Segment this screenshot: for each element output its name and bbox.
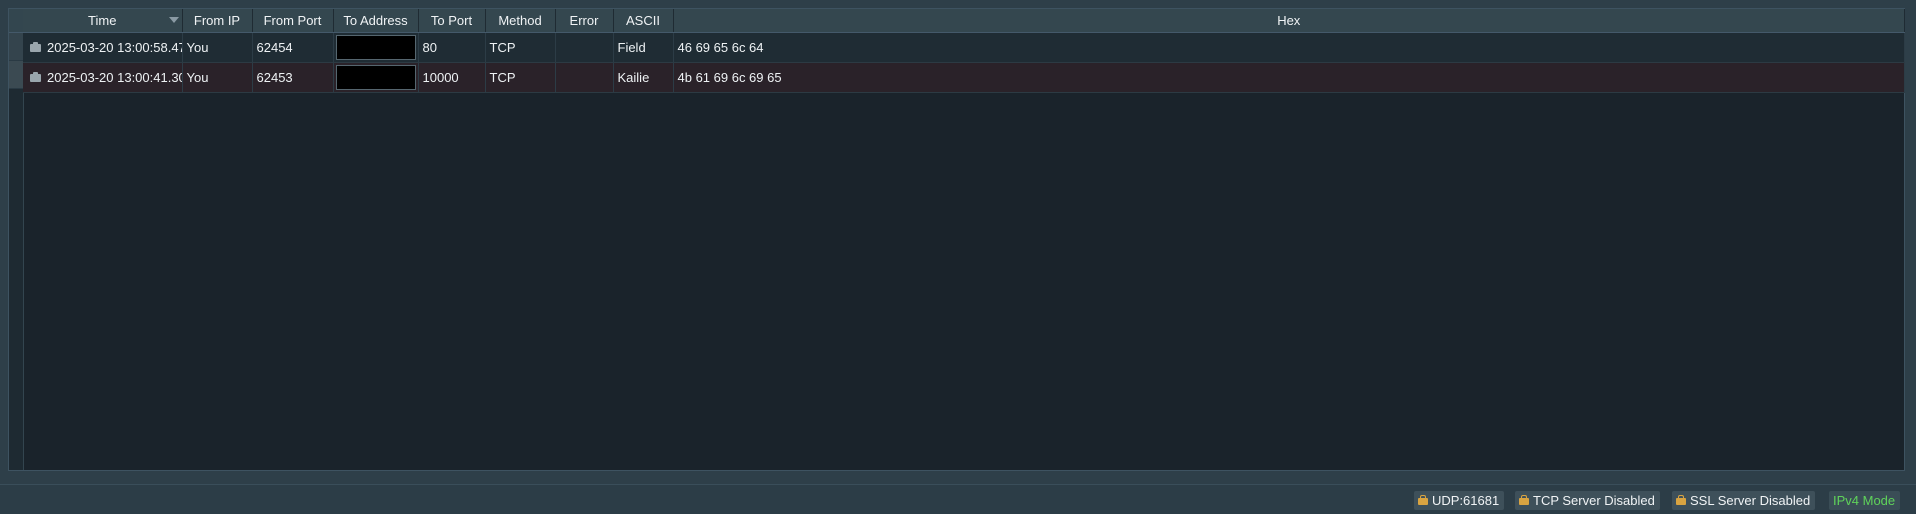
ascii-cell[interactable]: Kailie — [613, 62, 674, 93]
row-gutter-cell[interactable] — [9, 61, 23, 89]
column-header-label: From IP — [193, 13, 241, 28]
ascii-cell[interactable]: Field — [613, 32, 674, 63]
row-gutter-header[interactable] — [9, 9, 23, 33]
packet-table-frame: Time From IP From Port To Address To Por… — [8, 8, 1905, 471]
packet-icon — [30, 72, 41, 82]
table-row[interactable]: 2025-03-20 13:00:41.303 You 62453 10000 … — [23, 62, 1905, 93]
column-header-label: ASCII — [626, 13, 660, 28]
udp-status-button[interactable]: UDP:61681 — [1414, 491, 1505, 510]
column-header-label: From Port — [263, 13, 322, 28]
sort-descending-icon — [168, 17, 179, 23]
column-header-to-address[interactable]: To Address — [333, 9, 419, 33]
ssl-server-button[interactable]: SSL Server Disabled — [1672, 491, 1816, 510]
column-header-method[interactable]: Method — [485, 9, 556, 33]
column-header-from-port[interactable]: From Port — [252, 9, 334, 33]
packet-icon — [30, 42, 41, 52]
from-port-cell[interactable]: 62454 — [252, 32, 334, 63]
packet-table: Time From IP From Port To Address To Por… — [23, 9, 1905, 93]
to-port-cell[interactable]: 10000 — [418, 62, 486, 93]
ssl-server-label: SSL Server Disabled — [1690, 493, 1811, 508]
column-header-hex[interactable]: Hex — [673, 9, 1905, 33]
column-header-label: Hex — [1277, 13, 1301, 28]
status-bar: UDP:61681 TCP Server Disabled SSL Server… — [0, 484, 1916, 514]
redacted-block — [335, 35, 416, 60]
method-cell[interactable]: TCP — [485, 32, 556, 63]
to-address-cell[interactable] — [333, 32, 419, 63]
lock-icon — [1676, 495, 1686, 505]
row-gutter — [9, 9, 24, 470]
column-header-error[interactable]: Error — [555, 9, 614, 33]
redacted-block — [335, 65, 416, 90]
error-cell[interactable] — [555, 62, 614, 93]
hex-cell[interactable]: 46 69 65 6c 64 — [673, 32, 1905, 63]
to-address-cell[interactable] — [333, 62, 419, 93]
udp-status-label: UDP:61681 — [1432, 493, 1500, 508]
ip-mode-label: IPv4 Mode — [1833, 493, 1896, 508]
from-ip-cell[interactable]: You — [182, 62, 253, 93]
time-value: 2025-03-20 13:00:41.303 — [47, 70, 182, 85]
tcp-server-button[interactable]: TCP Server Disabled — [1515, 491, 1660, 510]
column-header-time[interactable]: Time — [23, 9, 183, 33]
time-cell[interactable]: 2025-03-20 13:00:41.303 — [23, 62, 183, 93]
column-header-ascii[interactable]: ASCII — [613, 9, 674, 33]
column-header-label: To Address — [343, 13, 408, 28]
column-header-from-ip[interactable]: From IP — [182, 9, 253, 33]
column-header-to-port[interactable]: To Port — [418, 9, 486, 33]
to-port-cell[interactable]: 80 — [418, 32, 486, 63]
from-ip-cell[interactable]: You — [182, 32, 253, 63]
table-header-row: Time From IP From Port To Address To Por… — [23, 9, 1905, 33]
column-header-label: Error — [569, 13, 599, 28]
column-header-label: Time — [88, 13, 117, 28]
lock-icon — [1519, 495, 1529, 505]
method-cell[interactable]: TCP — [485, 62, 556, 93]
app-window: Time From IP From Port To Address To Por… — [0, 0, 1916, 514]
tcp-server-label: TCP Server Disabled — [1533, 493, 1655, 508]
row-gutter-cell[interactable] — [9, 33, 23, 61]
lock-icon — [1418, 495, 1428, 505]
error-cell[interactable] — [555, 32, 614, 63]
table-row[interactable]: 2025-03-20 13:00:58.473 You 62454 80 TCP… — [23, 32, 1905, 63]
time-value: 2025-03-20 13:00:58.473 — [47, 40, 182, 55]
time-cell[interactable]: 2025-03-20 13:00:58.473 — [23, 32, 183, 63]
from-port-cell[interactable]: 62453 — [252, 62, 334, 93]
hex-cell[interactable]: 4b 61 69 6c 69 65 — [673, 62, 1905, 93]
column-header-label: To Port — [430, 13, 473, 28]
ip-mode-button[interactable]: IPv4 Mode — [1829, 491, 1901, 510]
column-header-label: Method — [498, 13, 542, 28]
